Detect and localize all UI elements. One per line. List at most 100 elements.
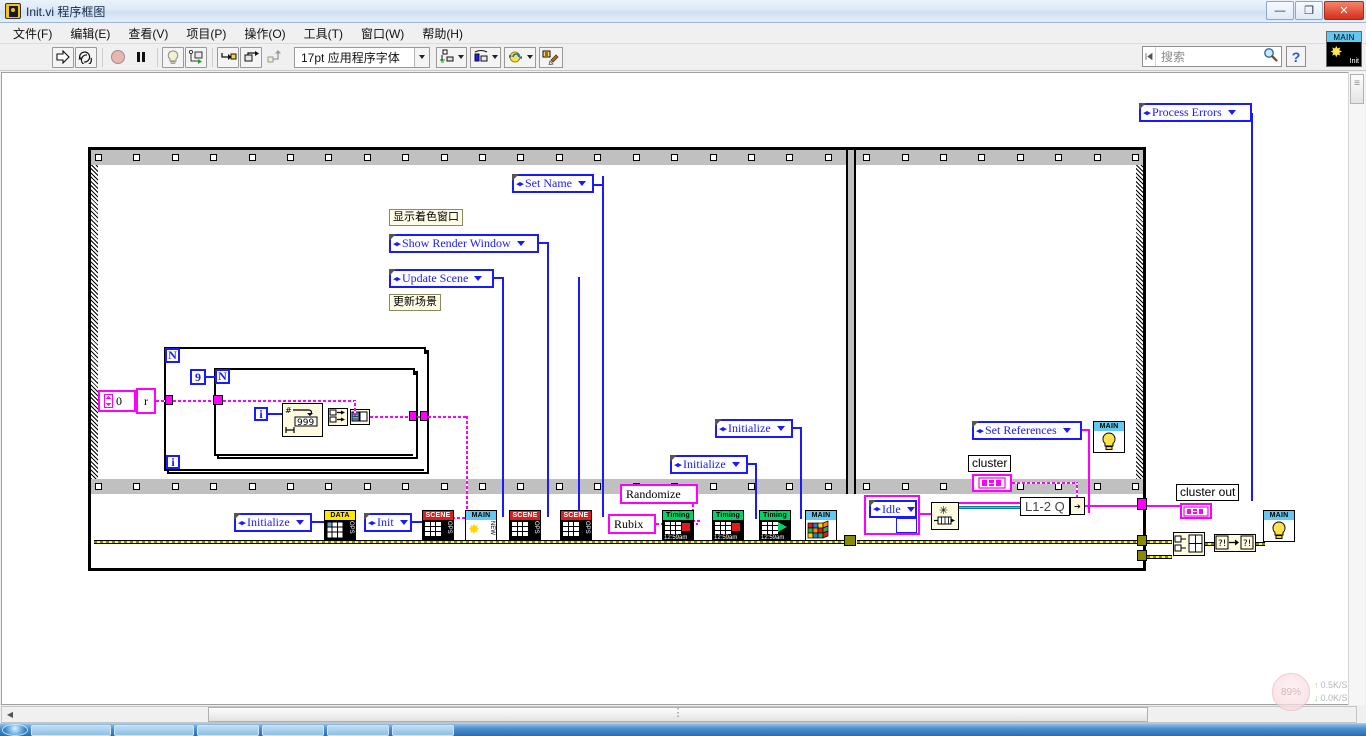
enum-idle[interactable]: ◂▸ Idle: [869, 500, 917, 518]
minimize-button[interactable]: —: [1266, 1, 1294, 20]
cluster-out-indicator[interactable]: [1180, 503, 1212, 519]
subvi-scene-ops-3[interactable]: SCENE OPS: [560, 510, 592, 542]
enum-update-scene[interactable]: ◂▸ Update Scene: [389, 269, 494, 288]
number-to-array-node[interactable]: [328, 408, 348, 426]
string-constant-rubix[interactable]: Rubix: [608, 514, 656, 534]
taskbar-item[interactable]: [262, 724, 324, 736]
merge-errors-node[interactable]: [1173, 532, 1205, 556]
subvi-timing-1[interactable]: Timing 12:59am: [662, 510, 694, 542]
chevron-down-icon[interactable]: [414, 47, 429, 67]
distribute-objects-button[interactable]: [470, 46, 501, 68]
horizontal-scrollbar-track[interactable]: [18, 707, 1356, 722]
taskbar-item[interactable]: [31, 724, 111, 736]
step-into-button[interactable]: [217, 46, 239, 68]
enum-initialize-timing-a[interactable]: ◂▸ Initialize: [715, 419, 793, 438]
step-out-button[interactable]: [263, 47, 285, 68]
loop-output-tunnel-outer[interactable]: [420, 411, 428, 421]
menu-tools[interactable]: 工具(T): [295, 23, 352, 44]
subvi-main-bulb-1[interactable]: MAIN: [1093, 421, 1125, 453]
reorder-objects-button[interactable]: [504, 46, 536, 68]
for-loop-outer-index-terminal[interactable]: i: [166, 455, 180, 469]
numeric-constant-nine[interactable]: 9: [190, 369, 206, 385]
taskbar-item[interactable]: [114, 724, 194, 736]
sequence-output-tunnel-magenta[interactable]: [1137, 498, 1147, 510]
align-objects-button[interactable]: [436, 46, 467, 68]
subvi-scene-ops-1[interactable]: SCENE OPS: [422, 510, 454, 542]
maximize-button[interactable]: ❐: [1295, 1, 1323, 20]
vertical-scrollbar-thumb[interactable]: [1350, 74, 1364, 104]
subvi-timing-2[interactable]: Timing 12:59am: [712, 510, 744, 542]
subvi-timing-3[interactable]: Timing 12:59am: [759, 510, 791, 542]
error-tunnel-right-1[interactable]: [1137, 535, 1147, 546]
array-insert-node[interactable]: [350, 409, 370, 425]
run-continuously-button[interactable]: [75, 46, 97, 68]
subvi-main-bulb-2[interactable]: MAIN: [1263, 510, 1295, 542]
error-tunnel-right-2[interactable]: [1137, 550, 1147, 561]
menu-window[interactable]: 窗口(W): [352, 23, 413, 44]
menu-help[interactable]: 帮助(H): [413, 23, 472, 44]
close-button[interactable]: ✕: [1324, 1, 1364, 20]
subvi-data-ops[interactable]: DATA OPS: [324, 510, 356, 542]
random-number-node[interactable]: # 999: [282, 403, 323, 437]
menu-operate[interactable]: 操作(O): [235, 23, 294, 44]
enum-show-render-window[interactable]: ◂▸ Show Render Window: [389, 234, 539, 253]
network-speed-widget[interactable]: 89% ↑ 0.5K/S ↓ 0.0K/S: [1272, 670, 1360, 714]
subvi-body: ✸ NEW: [466, 520, 496, 541]
menu-edit[interactable]: 编辑(E): [61, 23, 119, 44]
numeric-constant-zero[interactable]: 0: [98, 390, 136, 412]
retain-wire-values-button[interactable]: [185, 46, 207, 68]
simple-error-handler-node[interactable]: ?! ?!: [1214, 534, 1256, 552]
block-diagram-canvas[interactable]: ◂▸ Process Errors ◂▸ Set Name 显示着色窗口 ◂▸ …: [1, 72, 1357, 705]
for-loop-inner-index-terminal[interactable]: i: [254, 407, 268, 421]
cleanup-diagram-button[interactable]: [539, 46, 563, 68]
enum-set-name[interactable]: ◂▸ Set Name: [512, 174, 594, 193]
enum-init-scene[interactable]: ◂▸ Init: [364, 513, 412, 532]
for-loop-outer-count-terminal[interactable]: N: [165, 348, 180, 363]
menu-file[interactable]: 文件(F): [4, 23, 61, 44]
enum-initialize-timing-b[interactable]: ◂▸ Initialize: [670, 455, 748, 474]
start-button[interactable]: [2, 724, 28, 736]
enum-process-errors[interactable]: ◂▸ Process Errors: [1139, 103, 1252, 122]
horizontal-scrollbar-thumb[interactable]: [208, 707, 1148, 722]
for-loop-inner-count-terminal[interactable]: N: [215, 369, 230, 384]
enum-set-references[interactable]: ◂▸ Set References: [972, 421, 1082, 440]
taskbar-item[interactable]: [197, 724, 259, 736]
vi-icon[interactable]: MAIN ✸ Init: [1326, 31, 1362, 67]
loop-input-tunnel-inner[interactable]: [213, 395, 223, 405]
subvi-main-cube[interactable]: MAIN: [805, 510, 837, 542]
error-tunnel-sequence-divider[interactable]: [844, 535, 856, 546]
font-selector[interactable]: 17pt 应用程序字体: [294, 46, 430, 68]
enum-initialize-data[interactable]: ◂▸ Initialize: [234, 513, 312, 532]
bundle-node[interactable]: ✳: [931, 502, 959, 530]
pause-button[interactable]: [130, 47, 152, 68]
menu-view[interactable]: 查看(V): [119, 23, 177, 44]
search-icon[interactable]: [1263, 47, 1278, 67]
scroll-left-button[interactable]: ◀: [2, 707, 18, 722]
subvi-main-new[interactable]: MAIN ✸ NEW: [465, 510, 497, 542]
queue-node-arrow[interactable]: ➔: [1070, 497, 1085, 515]
taskbar-item[interactable]: [392, 724, 454, 736]
taskbar[interactable]: [0, 723, 1366, 736]
loop-input-tunnel-outer[interactable]: [165, 395, 173, 405]
abort-execution-button[interactable]: [107, 47, 129, 68]
step-over-button[interactable]: [240, 46, 262, 68]
loop-output-tunnel-inner[interactable]: [409, 411, 417, 421]
cluster-constant[interactable]: [972, 474, 1012, 492]
string-constant-randomize[interactable]: Randomize: [620, 484, 698, 504]
taskbar-item[interactable]: [327, 724, 389, 736]
array-constant-r[interactable]: r: [136, 388, 156, 414]
search-input[interactable]: 搜索: [1142, 46, 1282, 67]
subvi-header: SCENE: [561, 511, 591, 520]
help-question-icon[interactable]: ?: [1286, 46, 1306, 67]
subvi-scene-ops-2[interactable]: SCENE OPS: [509, 510, 541, 542]
run-button[interactable]: [52, 46, 74, 68]
idle-enum-container[interactable]: ◂▸ Idle: [864, 495, 920, 535]
highlight-execution-button[interactable]: [162, 46, 184, 68]
search-dropdown-icon[interactable]: [1143, 47, 1156, 66]
error-wire-bus-left: [94, 540, 846, 544]
cluster-icon: [978, 477, 1006, 489]
vertical-scrollbar[interactable]: [1348, 72, 1365, 705]
menu-project[interactable]: 项目(P): [177, 23, 235, 44]
horizontal-scrollbar[interactable]: ◀: [1, 706, 1357, 723]
queue-node[interactable]: L1-2 Q: [1020, 497, 1070, 516]
